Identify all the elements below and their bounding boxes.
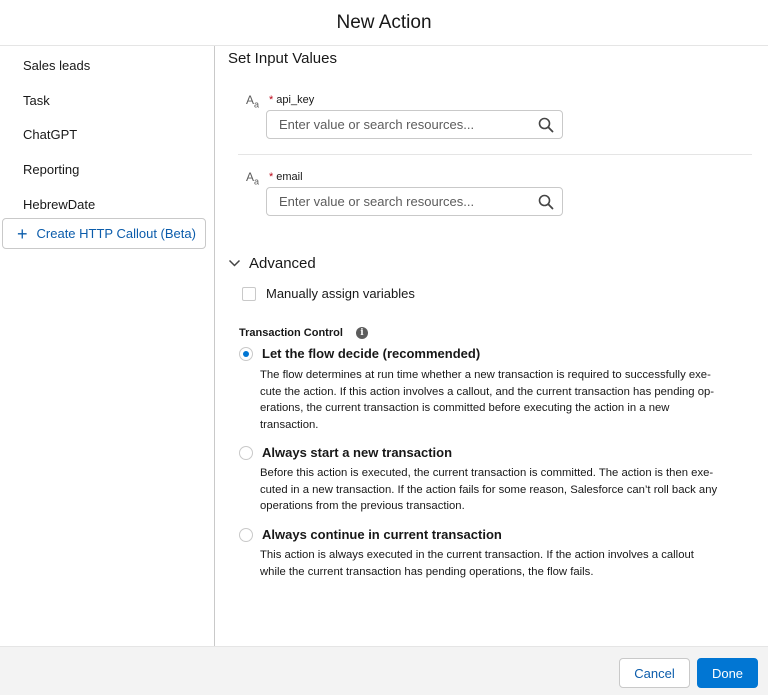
main-content: Set Input Values Aa * api_key Enter value… [216, 46, 768, 646]
sidebar-item-task[interactable]: Task [23, 93, 50, 108]
advanced-section-toggle[interactable]: Advanced [228, 255, 316, 272]
radio-button[interactable] [239, 445, 253, 460]
chevron-down-icon [228, 259, 241, 267]
radio-button-checked[interactable] [239, 346, 253, 361]
search-icon[interactable] [538, 194, 554, 210]
radio-always-new-transaction[interactable]: Always start a new transaction [239, 445, 452, 460]
field-divider [238, 154, 752, 155]
modal-header: New Action [0, 0, 768, 46]
sidebar-item-chatgpt[interactable]: ChatGPT [23, 127, 77, 142]
required-marker: * [269, 171, 274, 183]
create-http-callout-button[interactable]: + Create HTTP Callout (Beta) [2, 218, 206, 249]
info-icon[interactable]: i [355, 327, 368, 339]
api-key-input[interactable]: Enter value or search resources... [266, 110, 563, 139]
field-label-email: * email [269, 171, 303, 183]
cancel-button[interactable]: Cancel [619, 658, 690, 688]
plus-icon: + [17, 223, 28, 244]
radio-let-flow-decide[interactable]: Let the flow decide (recommended) [239, 346, 480, 361]
manual-assign-row[interactable]: Manually assign variables [242, 286, 415, 301]
section-title: Set Input Values [228, 50, 337, 67]
modal-footer: Cancel Done [0, 646, 768, 695]
option-label: Let the flow decide (recommended) [262, 346, 481, 361]
option-description: This action is always executed in the cu… [260, 549, 694, 578]
manual-assign-label: Manually assign variables [266, 286, 415, 301]
sidebar-item-reporting[interactable]: Reporting [23, 162, 79, 177]
modal-title: New Action [336, 11, 432, 33]
done-button[interactable]: Done [697, 658, 758, 688]
radio-always-continue-current[interactable]: Always continue in current transaction [239, 527, 502, 542]
required-marker: * [269, 94, 274, 106]
create-http-callout-label: Create HTTP Callout (Beta) [36, 226, 196, 241]
option-label: Always start a new transaction [262, 445, 453, 460]
manual-assign-checkbox[interactable] [242, 286, 256, 301]
sidebar-item-sales-leads[interactable]: Sales leads [23, 58, 90, 73]
text-type-icon: Aa [246, 170, 260, 187]
text-type-icon: Aa [246, 93, 260, 110]
radio-button[interactable] [239, 527, 253, 542]
field-label-api-key: * api_key [269, 94, 315, 106]
option-description: Before this action is executed, the curr… [260, 467, 718, 512]
option-label: Always continue in current transaction [262, 527, 502, 542]
action-sidebar: Sales leads Task ChatGPT Reporting Hebre… [0, 46, 215, 646]
search-icon[interactable] [538, 117, 554, 133]
transaction-control-label: Transaction Control i [239, 327, 368, 339]
api-key-placeholder: Enter value or search resources... [279, 117, 475, 132]
email-placeholder: Enter value or search resources... [279, 194, 475, 209]
email-input[interactable]: Enter value or search resources... [266, 187, 563, 216]
option-description: The flow determines at run time whether … [260, 369, 715, 431]
advanced-label: Advanced [249, 255, 316, 272]
sidebar-item-hebrewdate[interactable]: HebrewDate [23, 197, 95, 212]
